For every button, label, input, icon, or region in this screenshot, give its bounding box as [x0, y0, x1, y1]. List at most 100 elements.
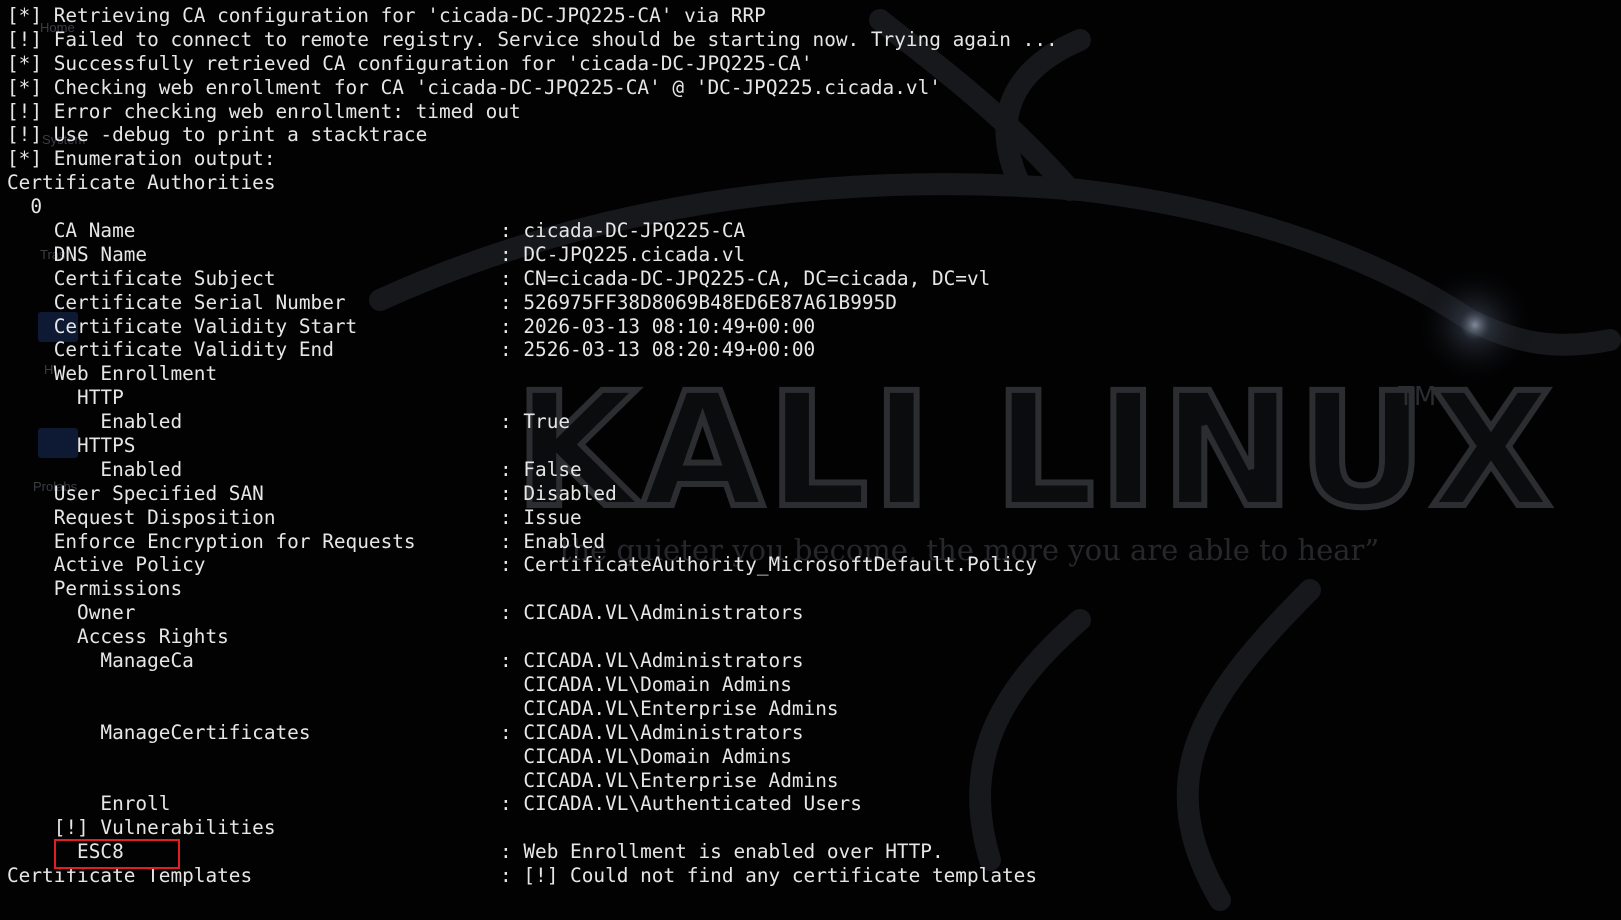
property-key: CA Name: [7, 219, 136, 243]
property-row: DNS Name: DC-JPQ225.cicada.vl: [7, 243, 1621, 267]
status-line: [*] Checking web enrollment for CA 'cica…: [7, 75, 941, 99]
property-value: True: [523, 410, 571, 434]
property-key: Enabled: [7, 457, 183, 481]
property-separator: :: [500, 553, 524, 577]
property-row: CICADA.VL\Enterprise Admins: [7, 697, 1621, 721]
property-row: CA Name: cicada-DC-JPQ225-CA: [7, 219, 1621, 243]
property-key: Access Rights: [7, 625, 229, 649]
property-value: CICADA.VL\Domain Admins: [523, 744, 792, 768]
property-value: [!] Could not find any certificate templ…: [523, 864, 1038, 888]
property-key: ManageCertificates: [7, 720, 311, 744]
status-line: [!] Error checking web enrollment: timed…: [7, 99, 521, 123]
property-row: CICADA.VL\Enterprise Admins: [7, 769, 1621, 793]
property-value: Issue: [523, 505, 582, 529]
property-value: CICADA.VL\Administrators: [523, 720, 804, 744]
property-value: 526975FF38D8069B48ED6E87A61B995D: [523, 290, 897, 314]
property-separator: :: [500, 410, 524, 434]
property-separator: :: [500, 314, 524, 338]
property-key: [7, 745, 500, 769]
property-separator: :: [500, 649, 524, 673]
ca-properties: CA Name: cicada-DC-JPQ225-CA DNS Name: D…: [7, 219, 1621, 888]
property-separator: :: [500, 266, 524, 290]
vulnerability-row-esc8: ESC8: Web Enrollment is enabled over HTT…: [7, 840, 1621, 864]
property-key: Web Enrollment: [7, 362, 218, 386]
property-separator: :: [500, 864, 524, 888]
property-separator: :: [500, 481, 524, 505]
property-separator: [500, 769, 523, 793]
property-row: Owner: CICADA.VL\Administrators: [7, 601, 1621, 625]
property-row: [!] Vulnerabilities: [7, 816, 1621, 840]
property-key: Enroll: [7, 792, 171, 816]
property-row: Certificate Validity Start: 2026-03-13 0…: [7, 315, 1621, 339]
property-value: CICADA.VL\Administrators: [523, 601, 804, 625]
property-key: [!] Vulnerabilities: [7, 816, 276, 840]
property-row: HTTP: [7, 386, 1621, 410]
property-value: Disabled: [523, 481, 617, 505]
property-row: ManageCa: CICADA.VL\Administrators: [7, 649, 1621, 673]
property-row: Enabled: True: [7, 410, 1621, 434]
property-value: False: [523, 457, 582, 481]
terminal-output[interactable]: [*] Retrieving CA configuration for 'cic…: [0, 0, 1621, 920]
property-key: Active Policy: [7, 553, 206, 577]
property-separator: :: [500, 529, 524, 553]
property-key: Enabled: [7, 410, 183, 434]
property-key: Request Disposition: [7, 505, 276, 529]
property-value: CICADA.VL\Authenticated Users: [523, 792, 862, 816]
property-row: Certificate Validity End: 2526-03-13 08:…: [7, 338, 1621, 362]
property-row: CICADA.VL\Domain Admins: [7, 673, 1621, 697]
property-row: Certificate Templates: [!] Could not fin…: [7, 864, 1621, 888]
property-value: cicada-DC-JPQ225-CA: [523, 219, 746, 243]
property-value: 2526-03-13 08:20:49+00:00: [523, 338, 816, 362]
property-separator: :: [500, 242, 524, 266]
property-key: DNS Name: [7, 242, 148, 266]
property-row: Enroll: CICADA.VL\Authenticated Users: [7, 792, 1621, 816]
status-lines: [*] Retrieving CA configuration for 'cic…: [7, 4, 1621, 171]
property-value: Web Enrollment is enabled over HTTP.: [523, 840, 944, 864]
property-key: Enforce Encryption for Requests: [7, 529, 416, 553]
property-separator: :: [500, 720, 524, 744]
property-key: [7, 673, 500, 697]
property-key: Owner: [7, 601, 136, 625]
property-separator: :: [500, 457, 524, 481]
property-row: Certificate Serial Number: 526975FF38D80…: [7, 291, 1621, 315]
property-key: HTTPS: [7, 434, 136, 458]
status-line: [*] Successfully retrieved CA configurat…: [7, 51, 813, 75]
property-row: Enabled: False: [7, 458, 1621, 482]
property-key: HTTP: [7, 386, 124, 410]
property-separator: :: [500, 840, 524, 864]
property-separator: :: [500, 505, 524, 529]
status-line: [*] Enumeration output:: [7, 147, 276, 171]
property-row: Request Disposition: Issue: [7, 506, 1621, 530]
property-separator: :: [500, 792, 524, 816]
property-separator: :: [500, 219, 524, 243]
property-row: Certificate Subject: CN=cicada-DC-JPQ225…: [7, 267, 1621, 291]
status-line: [!] Failed to connect to remote registry…: [7, 27, 1058, 51]
property-value: CertificateAuthority_MicrosoftDefault.Po…: [523, 553, 1038, 577]
property-row: ManageCertificates: CICADA.VL\Administra…: [7, 721, 1621, 745]
property-value: Enabled: [523, 529, 606, 553]
property-value: 2026-03-13 08:10:49+00:00: [523, 314, 816, 338]
property-value: CICADA.VL\Administrators: [523, 649, 804, 673]
ca-index: 0: [7, 195, 43, 219]
property-separator: [500, 673, 523, 697]
section-certificate-authorities: Certificate Authorities: [7, 171, 276, 195]
property-row: Access Rights: [7, 625, 1621, 649]
property-key: [7, 769, 500, 793]
property-row: CICADA.VL\Domain Admins: [7, 745, 1621, 769]
property-row: Active Policy: CertificateAuthority_Micr…: [7, 553, 1621, 577]
property-row: Permissions: [7, 577, 1621, 601]
property-row: Web Enrollment: [7, 362, 1621, 386]
property-key: [7, 697, 500, 721]
status-line: [!] Use -debug to print a stacktrace: [7, 123, 428, 147]
property-value: CICADA.VL\Enterprise Admins: [523, 768, 839, 792]
property-row: Enforce Encryption for Requests: Enabled: [7, 530, 1621, 554]
property-separator: [500, 745, 523, 769]
property-row: HTTPS: [7, 434, 1621, 458]
property-key: Certificate Subject: [7, 266, 276, 290]
property-key: Certificate Validity Start: [7, 314, 358, 338]
property-key: Permissions: [7, 577, 183, 601]
property-separator: :: [500, 290, 524, 314]
property-value: CN=cicada-DC-JPQ225-CA, DC=cicada, DC=vl: [523, 266, 991, 290]
property-value: CICADA.VL\Domain Admins: [523, 672, 792, 696]
property-value: DC-JPQ225.cicada.vl: [523, 242, 746, 266]
